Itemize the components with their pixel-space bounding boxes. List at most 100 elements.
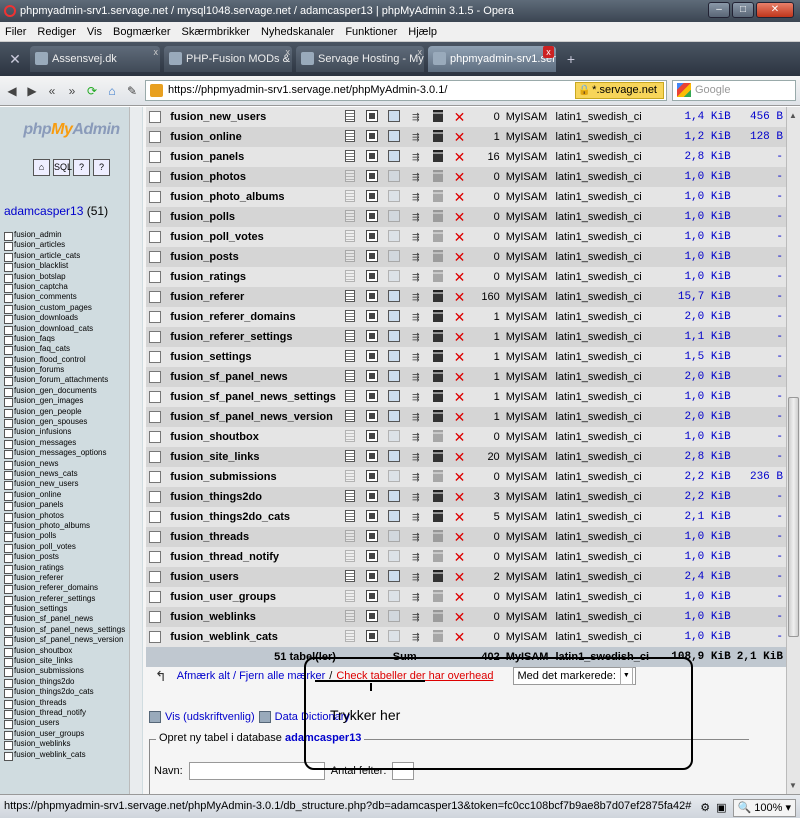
size-link[interactable]: 1,0 KiB	[658, 587, 734, 607]
drop-icon[interactable]: ✕	[454, 189, 466, 205]
drop-icon[interactable]: ✕	[454, 309, 466, 325]
structure-icon[interactable]	[365, 509, 378, 522]
structure-icon[interactable]	[365, 589, 378, 602]
insert-icon[interactable]: ⇶	[410, 172, 422, 184]
menu-item[interactable]: Nyhedskanaler	[261, 22, 334, 41]
drop-icon[interactable]: ✕	[454, 449, 466, 465]
empty-icon[interactable]	[432, 129, 443, 142]
table-name-link[interactable]: fusion_photos	[167, 167, 339, 187]
browse-icon[interactable]	[344, 609, 355, 622]
sidebar-table-link[interactable]: fusion_news_cats	[4, 469, 143, 481]
empty-icon[interactable]	[432, 309, 443, 322]
overhead-link[interactable]: -	[734, 607, 786, 627]
drop-icon[interactable]: ✕	[454, 229, 466, 245]
structure-icon[interactable]	[365, 549, 378, 562]
close-tab-icon[interactable]: x	[418, 46, 423, 58]
insert-icon[interactable]: ⇶	[410, 552, 422, 564]
sidebar-table-link[interactable]: fusion_forums	[4, 365, 143, 377]
drop-icon[interactable]: ✕	[454, 509, 466, 525]
sidebar-table-link[interactable]: fusion_submissions	[4, 666, 143, 678]
browse-icon[interactable]	[344, 589, 355, 602]
size-link[interactable]: 1,0 KiB	[658, 207, 734, 227]
table-name-link[interactable]: fusion_weblink_cats	[167, 627, 339, 647]
overhead-link[interactable]: -	[734, 227, 786, 247]
scroll-up-icon[interactable]: ▲	[789, 111, 797, 120]
search-icon[interactable]	[387, 609, 400, 622]
search-icon[interactable]	[387, 229, 400, 242]
structure-icon[interactable]	[365, 329, 378, 342]
row-checkbox[interactable]	[149, 171, 161, 184]
browser-tab[interactable]: PHP-Fusion MODs & I...x	[164, 46, 292, 72]
size-link[interactable]: 2,1 KiB	[658, 507, 734, 527]
search-icon[interactable]	[387, 569, 400, 582]
table-name-link[interactable]: fusion_weblinks	[167, 607, 339, 627]
size-link[interactable]: 2,8 KiB	[658, 447, 734, 467]
menu-item[interactable]: Rediger	[37, 22, 76, 41]
overhead-link[interactable]: -	[734, 267, 786, 287]
overhead-link[interactable]: -	[734, 367, 786, 387]
row-checkbox[interactable]	[149, 451, 161, 464]
fastforward-icon[interactable]: »	[63, 80, 81, 102]
row-checkbox[interactable]	[149, 331, 161, 344]
browser-tab[interactable]: phpmyadmin-srv1.ser... x	[428, 46, 556, 72]
insert-icon[interactable]: ⇶	[410, 532, 422, 544]
sidebar-table-link[interactable]: fusion_sf_panel_news	[4, 614, 143, 626]
overhead-link[interactable]: -	[734, 327, 786, 347]
browse-icon[interactable]	[344, 229, 355, 242]
sidebar-table-link[interactable]: fusion_sf_panel_news_version	[4, 635, 143, 647]
search-icon[interactable]	[387, 509, 400, 522]
drop-icon[interactable]: ✕	[454, 169, 466, 185]
table-name-link[interactable]: fusion_referer_domains	[167, 307, 339, 327]
overhead-link[interactable]: -	[734, 427, 786, 447]
structure-icon[interactable]	[365, 269, 378, 282]
row-checkbox[interactable]	[149, 291, 161, 304]
row-checkbox[interactable]	[149, 371, 161, 384]
overhead-link[interactable]: -	[734, 527, 786, 547]
size-link[interactable]: 1,0 KiB	[658, 527, 734, 547]
sidebar-table-link[interactable]: fusion_site_links	[4, 656, 143, 668]
overhead-link[interactable]: -	[734, 247, 786, 267]
scroll-down-icon[interactable]: ▼	[789, 781, 797, 790]
empty-icon[interactable]	[432, 489, 443, 502]
table-name-link[interactable]: fusion_sf_panel_news_settings	[167, 387, 339, 407]
sidebar-table-link[interactable]: fusion_sf_panel_news_settings	[4, 625, 143, 637]
insert-icon[interactable]: ⇶	[410, 572, 422, 584]
sidebar-table-link[interactable]: fusion_forum_attachments	[4, 375, 143, 387]
table-name-link[interactable]: fusion_site_links	[167, 447, 339, 467]
search-icon[interactable]	[387, 169, 400, 182]
overhead-link[interactable]: 128 B	[734, 127, 786, 147]
print-view-link[interactable]: Vis (udskriftvenlig)	[165, 711, 255, 723]
insert-icon[interactable]: ⇶	[410, 452, 422, 464]
browser-tab[interactable]: Servage Hosting - MyS...x	[296, 46, 424, 72]
sidebar-table-link[interactable]: fusion_photos	[4, 511, 143, 522]
insert-icon[interactable]: ⇶	[410, 132, 422, 144]
overhead-link[interactable]: -	[734, 207, 786, 227]
browse-icon[interactable]	[344, 209, 355, 222]
insert-icon[interactable]: ⇶	[410, 192, 422, 204]
table-name-link[interactable]: fusion_sf_panel_news	[167, 367, 339, 387]
overhead-link[interactable]: 456 B	[734, 107, 786, 127]
maximize-button[interactable]: □	[732, 2, 754, 18]
size-link[interactable]: 2,0 KiB	[658, 407, 734, 427]
browse-icon[interactable]	[344, 629, 355, 642]
empty-icon[interactable]	[432, 569, 443, 582]
empty-icon[interactable]	[432, 149, 443, 162]
drop-icon[interactable]: ✕	[454, 629, 466, 645]
structure-icon[interactable]	[365, 369, 378, 382]
structure-icon[interactable]	[365, 449, 378, 462]
structure-icon[interactable]	[365, 289, 378, 302]
sidebar-table-link[interactable]: fusion_captcha	[4, 282, 143, 294]
sidebar-table-link[interactable]: fusion_referer_domains	[4, 583, 143, 595]
forward-icon[interactable]: ▶	[23, 80, 41, 102]
drop-icon[interactable]: ✕	[454, 589, 466, 605]
sidebar-table-link[interactable]: fusion_messages	[4, 438, 143, 450]
overhead-link[interactable]: 236 B	[734, 467, 786, 487]
size-link[interactable]: 1,0 KiB	[658, 387, 734, 407]
sidebar-table-link[interactable]: fusion_users	[4, 718, 143, 730]
sidebar-table-link[interactable]: fusion_panels	[4, 500, 143, 512]
row-checkbox[interactable]	[149, 591, 161, 604]
search-icon[interactable]	[387, 309, 400, 322]
empty-icon[interactable]	[432, 389, 443, 402]
insert-icon[interactable]: ⇶	[410, 152, 422, 164]
insert-icon[interactable]: ⇶	[410, 612, 422, 624]
